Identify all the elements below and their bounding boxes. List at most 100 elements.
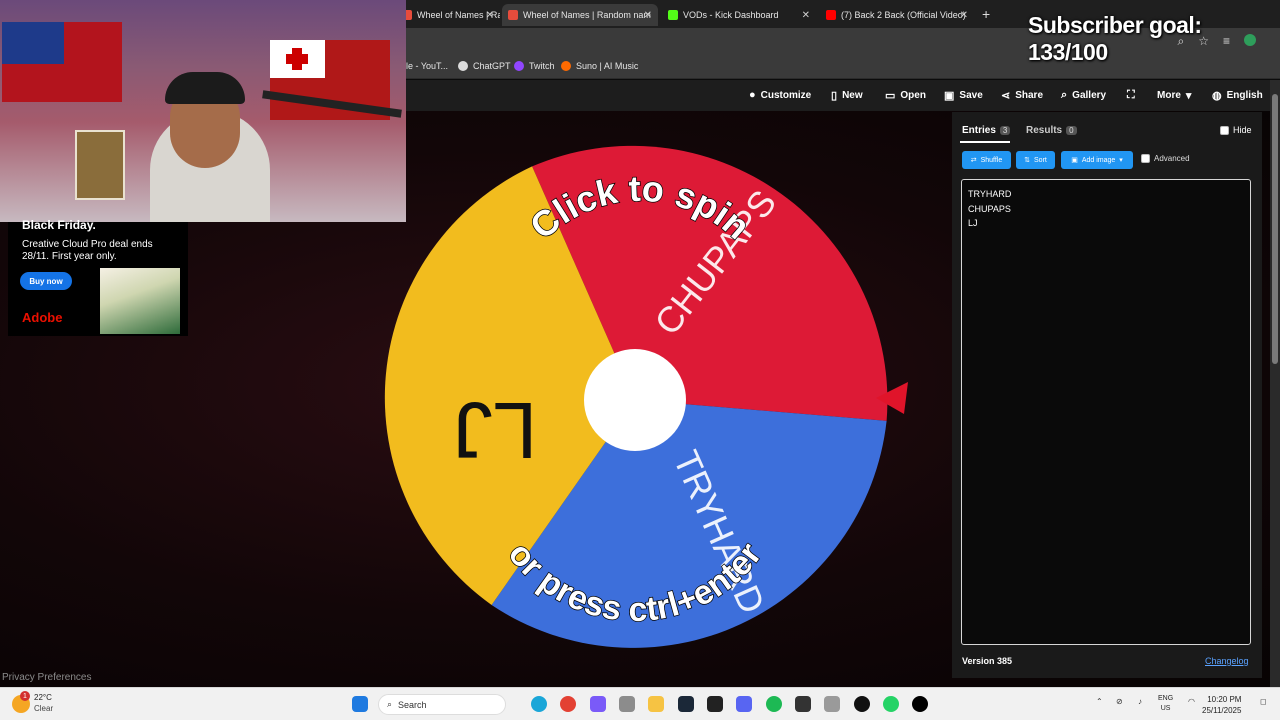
search-label: Search bbox=[398, 699, 427, 710]
snipping-tool-icon[interactable] bbox=[824, 696, 840, 712]
windows-taskbar bbox=[0, 687, 1280, 720]
language-select[interactable]: ◍ English bbox=[1212, 89, 1263, 102]
file-icon: ▯ bbox=[831, 90, 838, 102]
version-label: Version 385 bbox=[962, 656, 1013, 666]
notification-bell-icon[interactable]: ◻ bbox=[1260, 697, 1267, 706]
save-icon: ▣ bbox=[944, 90, 955, 102]
settings-icon[interactable] bbox=[619, 696, 635, 712]
nav-label: Gallery bbox=[1072, 90, 1107, 101]
discord-icon[interactable] bbox=[736, 696, 752, 712]
entry-line: TRYHARD bbox=[968, 189, 1012, 199]
app-icon[interactable] bbox=[707, 696, 723, 712]
capcut-icon[interactable] bbox=[795, 696, 811, 712]
search-icon: ⌕ bbox=[387, 699, 393, 709]
nav-label: English bbox=[1226, 90, 1263, 101]
browser-tab[interactable]: (7) Back 2 Back (Official Video) ✕ bbox=[820, 4, 974, 26]
media-player-icon[interactable] bbox=[854, 696, 870, 712]
flag-cross bbox=[286, 54, 308, 64]
customize-button[interactable]: ● Customize bbox=[749, 89, 811, 101]
fullscreen-button[interactable]: ⛶ bbox=[1127, 89, 1135, 102]
ad-buy-button[interactable]: Buy now bbox=[20, 272, 72, 290]
tab-label: Wheel of Names | Random nam bbox=[523, 10, 651, 20]
taskbar-search[interactable]: ⌕ Search bbox=[378, 694, 506, 715]
folder-icon: ▭ bbox=[885, 90, 896, 102]
copilot-icon[interactable] bbox=[590, 696, 606, 712]
shuffle-icon: ⇄ bbox=[970, 157, 977, 164]
privacy-preferences-link[interactable]: Privacy Preferences bbox=[2, 672, 91, 683]
advanced-label: Advanced bbox=[1154, 154, 1190, 163]
nav-label: Open bbox=[900, 90, 926, 101]
language-indicator[interactable]: ENG US bbox=[1158, 694, 1173, 714]
tab-results[interactable]: Results 0 bbox=[1026, 125, 1077, 136]
fullscreen-icon: ⛶ bbox=[1127, 89, 1135, 101]
suno-icon bbox=[561, 61, 571, 71]
wheel-favicon-icon bbox=[508, 10, 518, 20]
tray-mic-icon[interactable]: ♪ bbox=[1138, 697, 1142, 706]
entry-line: CHUPAPS bbox=[968, 203, 1011, 214]
close-tab-icon[interactable]: ✕ bbox=[802, 10, 810, 21]
tab-label: Results bbox=[1026, 125, 1063, 136]
advanced-checkbox[interactable]: Advanced bbox=[1141, 154, 1190, 163]
changelog-link[interactable]: Changelog bbox=[1205, 656, 1249, 666]
chatgpt-icon bbox=[458, 61, 468, 71]
save-button[interactable]: ▣ Save bbox=[944, 89, 983, 102]
bookmark-label: ChatGPT bbox=[473, 61, 511, 71]
chrome-icon[interactable] bbox=[560, 696, 576, 712]
close-tab-icon[interactable]: ✕ bbox=[486, 10, 494, 21]
nav-label: Customize bbox=[760, 89, 812, 101]
globe-icon: ◍ bbox=[1212, 90, 1222, 102]
kick-favicon-icon bbox=[668, 10, 678, 20]
youtube-favicon-icon bbox=[826, 10, 836, 20]
bookmark-item[interactable]: le - YouT... bbox=[406, 61, 448, 71]
browser-tab[interactable]: Wheel of Names | Random nam ✕ bbox=[396, 4, 500, 26]
weather-condition: Clear bbox=[34, 704, 54, 713]
more-menu[interactable]: More ▾ bbox=[1157, 89, 1191, 102]
new-button[interactable]: ▯ New bbox=[831, 89, 863, 102]
new-tab-icon[interactable]: + bbox=[982, 6, 990, 22]
checkbox-icon[interactable] bbox=[1220, 125, 1229, 135]
obs-icon[interactable] bbox=[912, 696, 928, 712]
spotify-icon[interactable] bbox=[766, 696, 782, 712]
tab-label: Entries bbox=[962, 125, 996, 136]
share-button[interactable]: ⋖ Share bbox=[1001, 89, 1043, 102]
spin-wheel[interactable]: CHUPAPS TRYHARD LJ Click to spin or pres… bbox=[380, 145, 890, 655]
file-explorer-icon[interactable] bbox=[648, 696, 664, 712]
browser-tab-active[interactable]: Wheel of Names | Random nam ✕ bbox=[502, 4, 658, 26]
page-scrollbar[interactable] bbox=[1270, 80, 1280, 687]
gallery-button[interactable]: ⌕ Gallery bbox=[1061, 89, 1106, 102]
lang-bottom: US bbox=[1160, 705, 1171, 712]
add-image-button[interactable]: ▣ Add image ▾ bbox=[1061, 151, 1133, 169]
windows-start-icon[interactable] bbox=[352, 696, 368, 712]
scrollbar-thumb[interactable] bbox=[1272, 94, 1278, 364]
open-button[interactable]: ▭ Open bbox=[885, 89, 926, 102]
close-tab-icon[interactable]: ✕ bbox=[960, 10, 968, 21]
tray-chevron-icon[interactable]: ⌃ bbox=[1096, 697, 1103, 706]
tray-wifi-icon[interactable]: ◠ bbox=[1188, 697, 1195, 706]
results-count-badge: 0 bbox=[1066, 126, 1077, 135]
tab-entries[interactable]: Entries 3 bbox=[962, 125, 1011, 136]
tab-label: (7) Back 2 Back (Official Video) bbox=[841, 10, 966, 20]
subscriber-goal: Subscriber goal: 133/100 bbox=[1028, 12, 1202, 65]
close-tab-icon[interactable]: ✕ bbox=[644, 10, 652, 21]
sort-icon: ⇅ bbox=[1024, 157, 1031, 164]
entries-count-badge: 3 bbox=[999, 126, 1011, 135]
bookmark-item[interactable]: Twitch bbox=[514, 61, 555, 71]
date-label: 25/11/2025 bbox=[1202, 706, 1242, 715]
bookmark-label: Suno | AI Music bbox=[576, 61, 639, 71]
entries-textarea[interactable]: TRYHARD CHUPAPS LJ bbox=[961, 179, 1251, 645]
steam-icon[interactable] bbox=[678, 696, 694, 712]
hide-checkbox[interactable]: Hide bbox=[1220, 125, 1252, 135]
checkbox-icon[interactable] bbox=[1141, 154, 1150, 163]
ad-artwork bbox=[100, 268, 180, 334]
search-icon: ⌕ bbox=[1061, 89, 1068, 101]
screen: Wheel of Names | Random nam ✕ Wheel of N… bbox=[0, 0, 1280, 720]
whatsapp-icon[interactable] bbox=[883, 696, 899, 712]
shuffle-button[interactable]: ⇄ Shuffle bbox=[962, 151, 1011, 169]
edge-icon[interactable] bbox=[531, 696, 547, 712]
tray-network-off-icon[interactable]: ⊘ bbox=[1116, 697, 1123, 706]
bookmark-item[interactable]: ChatGPT bbox=[458, 61, 511, 71]
bookmark-item[interactable]: Suno | AI Music bbox=[561, 61, 638, 71]
clock[interactable]: 10:20 PM 25/11/2025 bbox=[1202, 694, 1241, 716]
browser-tab[interactable]: VODs - Kick Dashboard ✕ bbox=[662, 4, 816, 26]
sort-button[interactable]: ⇅ Sort bbox=[1016, 151, 1055, 169]
